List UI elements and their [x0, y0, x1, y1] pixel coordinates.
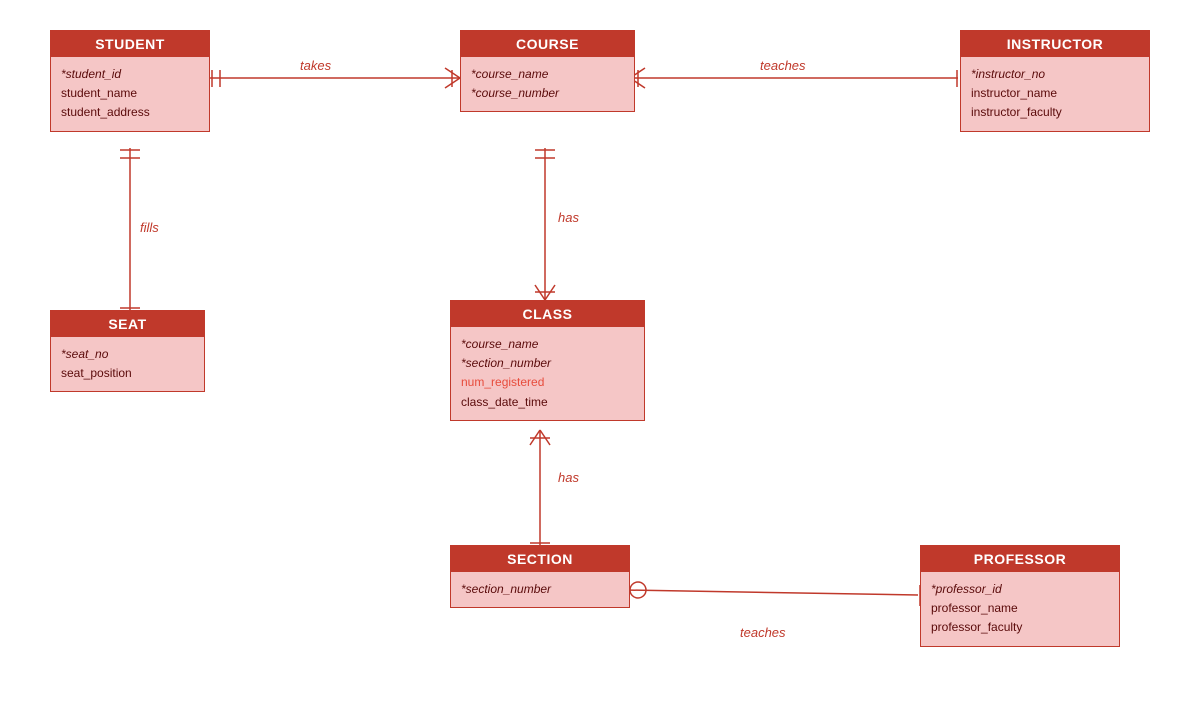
section-body: *section_number	[451, 572, 629, 607]
class-entity: CLASS *course_name *section_number num_r…	[450, 300, 645, 421]
student-field-0: *student_id	[61, 65, 199, 84]
instructor-field-0: *instructor_no	[971, 65, 1139, 84]
has-section-label: has	[558, 470, 579, 485]
professor-entity: PROFESSOR *professor_id professor_name p…	[920, 545, 1120, 647]
has-class-label: has	[558, 210, 579, 225]
student-field-1: student_name	[61, 84, 199, 103]
class-field-2: num_registered	[461, 373, 634, 392]
class-body: *course_name *section_number num_registe…	[451, 327, 644, 420]
class-field-1: *section_number	[461, 354, 634, 373]
instructor-entity: INSTRUCTOR *instructor_no instructor_nam…	[960, 30, 1150, 132]
professor-header: PROFESSOR	[921, 546, 1119, 572]
course-entity: COURSE *course_name *course_number	[460, 30, 635, 112]
fills-label: fills	[140, 220, 159, 235]
student-body: *student_id student_name student_address	[51, 57, 209, 131]
course-field-0: *course_name	[471, 65, 624, 84]
seat-header: SEAT	[51, 311, 204, 337]
student-header: STUDENT	[51, 31, 209, 57]
student-field-2: student_address	[61, 103, 199, 122]
professor-field-1: professor_name	[931, 599, 1109, 618]
section-entity: SECTION *section_number	[450, 545, 630, 608]
professor-field-2: professor_faculty	[931, 618, 1109, 637]
section-header: SECTION	[451, 546, 629, 572]
instructor-field-1: instructor_name	[971, 84, 1139, 103]
class-field-3: class_date_time	[461, 393, 634, 412]
course-field-1: *course_number	[471, 84, 624, 103]
professor-body: *professor_id professor_name professor_f…	[921, 572, 1119, 646]
seat-entity: SEAT *seat_no seat_position	[50, 310, 205, 392]
class-header: CLASS	[451, 301, 644, 327]
takes-label: takes	[300, 58, 331, 73]
seat-body: *seat_no seat_position	[51, 337, 204, 391]
course-header: COURSE	[461, 31, 634, 57]
er-diagram: takes teaches fills has has teaches STUD…	[0, 0, 1201, 724]
class-field-0: *course_name	[461, 335, 634, 354]
course-body: *course_name *course_number	[461, 57, 634, 111]
teaches-instructor-label: teaches	[760, 58, 806, 73]
professor-field-0: *professor_id	[931, 580, 1109, 599]
instructor-field-2: instructor_faculty	[971, 103, 1139, 122]
seat-field-0: *seat_no	[61, 345, 194, 364]
instructor-header: INSTRUCTOR	[961, 31, 1149, 57]
seat-field-1: seat_position	[61, 364, 194, 383]
teaches-professor-label: teaches	[740, 625, 786, 640]
section-field-0: *section_number	[461, 580, 619, 599]
instructor-body: *instructor_no instructor_name instructo…	[961, 57, 1149, 131]
student-entity: STUDENT *student_id student_name student…	[50, 30, 210, 132]
